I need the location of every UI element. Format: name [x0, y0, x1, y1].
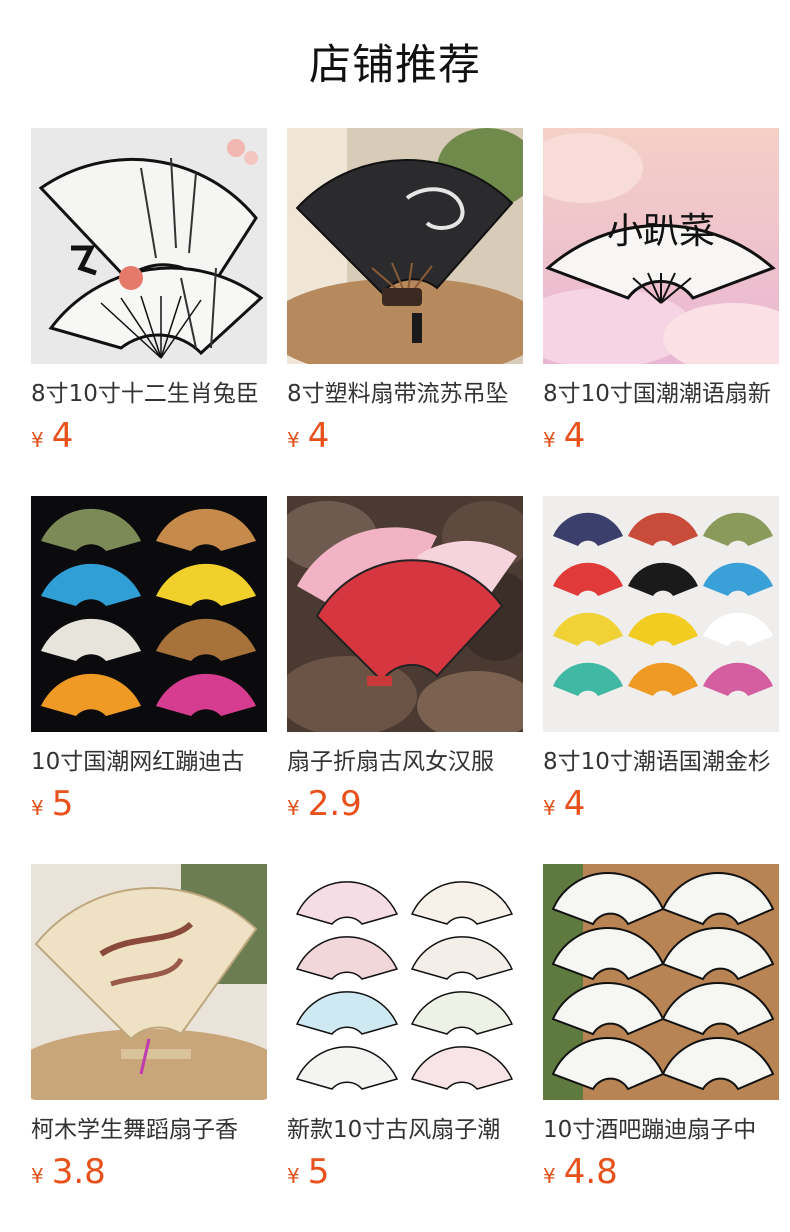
- currency-symbol: ¥: [31, 1164, 44, 1188]
- product-name[interactable]: 新款10寸古风扇子潮: [287, 1114, 523, 1146]
- product-name[interactable]: 扇子折扇古风女汉服: [287, 746, 523, 778]
- currency-symbol: ¥: [543, 428, 556, 452]
- currency-symbol: ¥: [287, 428, 300, 452]
- product-price: ¥ 5: [31, 784, 267, 824]
- currency-symbol: ¥: [287, 796, 300, 820]
- product-card[interactable]: 10寸国潮网红蹦迪古 ¥ 5: [31, 496, 267, 864]
- page-title: 店铺推荐: [308, 40, 481, 89]
- wall-fans-grid-icon: [543, 496, 779, 732]
- product-price: ¥ 3.8: [31, 1152, 267, 1192]
- product-card[interactable]: 小趴菜 8寸10寸国潮潮语扇新 ¥ 4: [543, 128, 779, 496]
- product-card[interactable]: 新款10寸古风扇子潮 ¥ 5: [287, 864, 523, 1232]
- painted-fans-set-icon: [287, 864, 523, 1100]
- price-value: 4: [307, 416, 330, 456]
- product-price: ¥ 5: [287, 1152, 523, 1192]
- product-name[interactable]: 8寸10寸国潮潮语扇新: [543, 378, 779, 410]
- dragon-black-fan-icon: [287, 128, 523, 364]
- currency-symbol: ¥: [543, 1164, 556, 1188]
- product-price: ¥ 4: [31, 416, 267, 456]
- product-price: ¥ 4: [543, 416, 779, 456]
- price-value: 4: [563, 784, 586, 824]
- product-card[interactable]: 8寸10寸十二生肖兔臣 ¥ 4: [31, 128, 267, 496]
- svg-text:小趴菜: 小趴菜: [607, 211, 715, 252]
- price-value: 3.8: [51, 1152, 106, 1192]
- product-card[interactable]: 10寸酒吧蹦迪扇子中 ¥ 4.8: [543, 864, 779, 1232]
- product-name[interactable]: 8寸10寸十二生肖兔臣: [31, 378, 267, 410]
- currency-symbol: ¥: [287, 1164, 300, 1188]
- sandalwood-fan-icon: [31, 864, 267, 1100]
- product-card[interactable]: 8寸10寸潮语国潮金杉 ¥ 4: [543, 496, 779, 864]
- price-value: 4: [563, 416, 586, 456]
- price-value: 5: [307, 1152, 330, 1192]
- red-pink-fans-stones-icon: [287, 496, 523, 732]
- product-card[interactable]: 8寸塑料扇带流苏吊坠 ¥ 4: [287, 128, 523, 496]
- price-value: 5: [51, 784, 74, 824]
- product-name[interactable]: 10寸国潮网红蹦迪古: [31, 746, 267, 778]
- product-name[interactable]: 柯木学生舞蹈扇子香: [31, 1114, 267, 1146]
- product-name[interactable]: 8寸塑料扇带流苏吊坠: [287, 378, 523, 410]
- currency-symbol: ¥: [31, 796, 44, 820]
- white-calligraphy-fans-icon: [543, 864, 779, 1100]
- bamboo-ink-fan-icon: [31, 128, 267, 364]
- product-price: ¥ 4.8: [543, 1152, 779, 1192]
- currency-symbol: ¥: [543, 796, 556, 820]
- calligraphy-fan-cloud-icon: 小趴菜: [543, 128, 779, 364]
- product-name[interactable]: 8寸10寸潮语国潮金杉: [543, 746, 779, 778]
- colorful-fans-set-icon: [31, 496, 267, 732]
- product-price: ¥ 2.9: [287, 784, 523, 824]
- price-value: 4: [51, 416, 74, 456]
- product-price: ¥ 4: [287, 416, 523, 456]
- product-card[interactable]: 柯木学生舞蹈扇子香 ¥ 3.8: [31, 864, 267, 1232]
- product-card[interactable]: 扇子折扇古风女汉服 ¥ 2.9: [287, 496, 523, 864]
- price-value: 4.8: [563, 1152, 618, 1192]
- product-price: ¥ 4: [543, 784, 779, 824]
- product-grid: 8寸10寸十二生肖兔臣 ¥ 4 8寸塑料扇带流苏吊坠 ¥ 4 小趴菜 8寸10寸…: [31, 128, 779, 1232]
- currency-symbol: ¥: [31, 428, 44, 452]
- price-value: 2.9: [307, 784, 362, 824]
- product-name[interactable]: 10寸酒吧蹦迪扇子中: [543, 1114, 779, 1146]
